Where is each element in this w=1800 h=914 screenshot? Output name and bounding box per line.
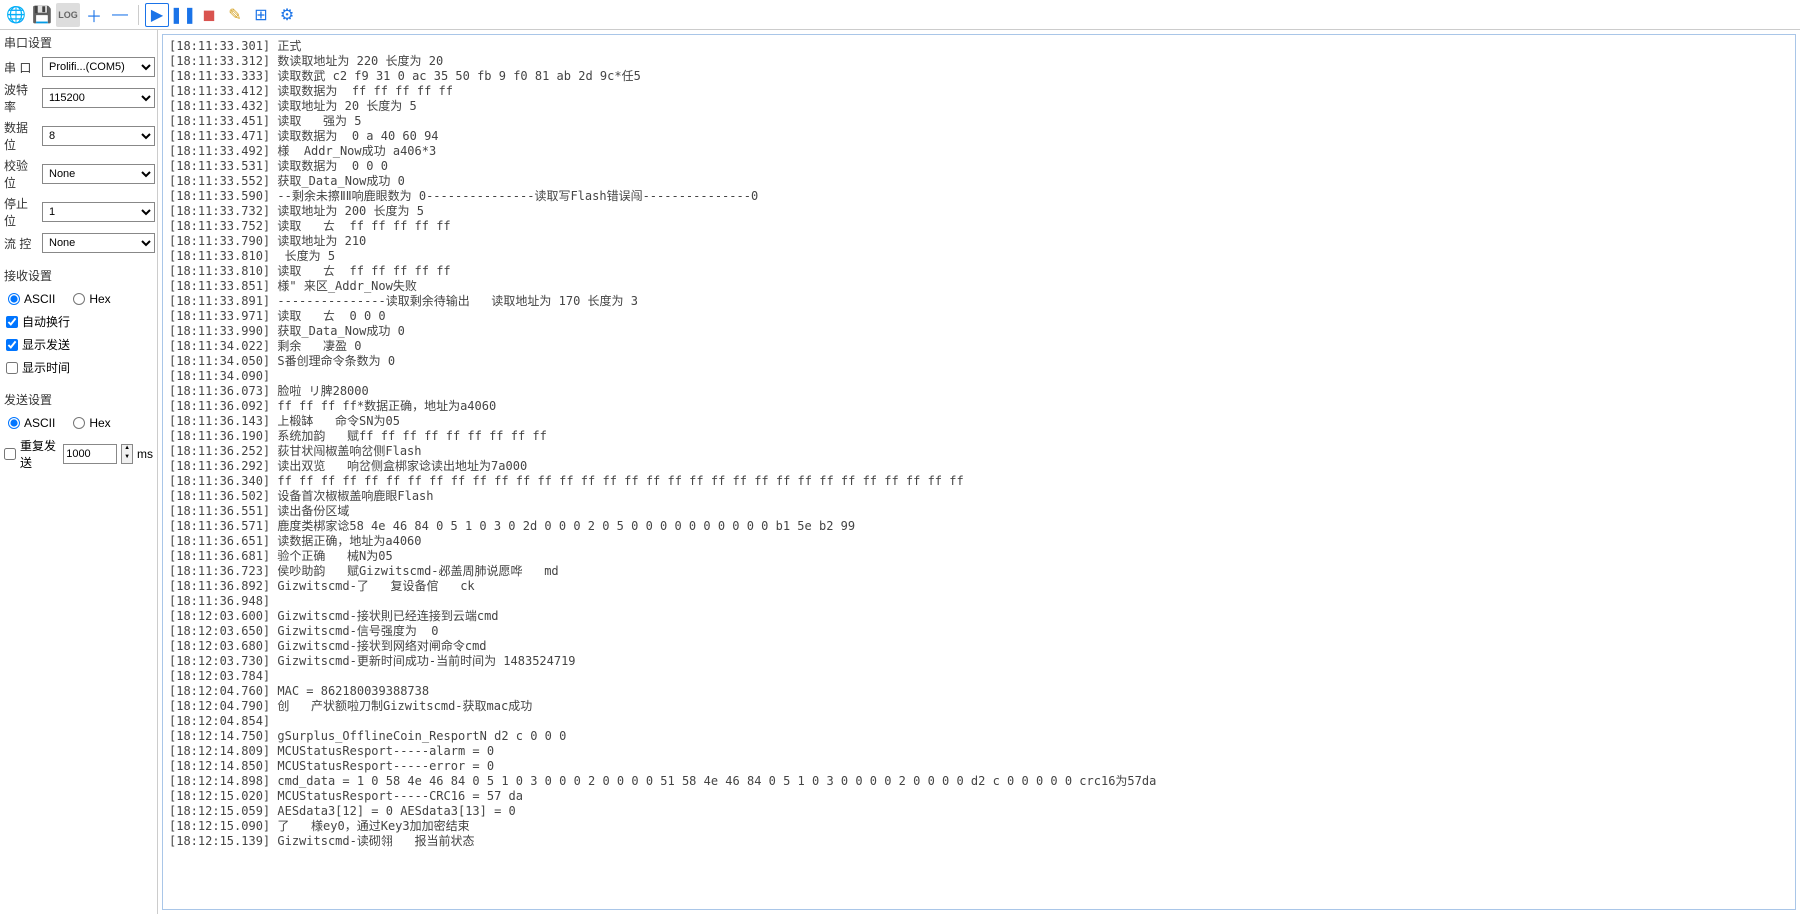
stopbits-select[interactable]: 1 xyxy=(42,202,155,222)
port-select[interactable]: Prolifi...(COM5) xyxy=(42,57,155,77)
parity-select[interactable]: None xyxy=(42,164,155,184)
repeat-send-checkbox[interactable] xyxy=(4,448,16,460)
log-icon[interactable]: LOG xyxy=(56,3,80,27)
repeat-spinner[interactable]: ▲ ▼ xyxy=(121,444,133,464)
repeat-unit-label: ms xyxy=(137,447,153,461)
parity-row: 校验位 None xyxy=(0,155,157,193)
port-label: 串 口 xyxy=(2,59,38,76)
repeat-interval-input[interactable] xyxy=(63,444,117,464)
spinner-up-icon[interactable]: ▲ xyxy=(122,445,132,454)
parity-label: 校验位 xyxy=(2,157,38,191)
sidebar: 串口设置 串 口 Prolifi...(COM5) 波特率 115200 数据位… xyxy=(0,30,158,914)
show-time-checkbox[interactable] xyxy=(6,362,18,374)
wand-icon[interactable]: ✎ xyxy=(223,3,247,27)
auto-wrap-checkbox[interactable] xyxy=(6,316,18,328)
toolbar-separator xyxy=(138,5,139,25)
show-time-row[interactable]: 显示时间 xyxy=(0,356,157,379)
databits-select[interactable]: 8 xyxy=(42,126,155,146)
save-icon[interactable]: 💾 xyxy=(30,3,54,27)
send-hex-label: Hex xyxy=(89,416,110,430)
baud-row: 波特率 115200 xyxy=(0,79,157,117)
stopbits-label: 停止位 xyxy=(2,195,38,229)
recv-hex-radio[interactable]: Hex xyxy=(73,292,110,306)
send-ascii-radio[interactable]: ASCII xyxy=(8,416,55,430)
databits-label: 数据位 xyxy=(2,119,38,153)
flow-select[interactable]: None xyxy=(42,233,155,253)
recv-ascii-label: ASCII xyxy=(24,292,55,306)
send-hex-radio[interactable]: Hex xyxy=(73,416,110,430)
flow-label: 流 控 xyxy=(2,235,38,252)
spinner-down-icon[interactable]: ▼ xyxy=(122,454,132,463)
send-header: 发送设置 xyxy=(0,387,157,412)
globe-icon[interactable]: 🌐 xyxy=(4,3,28,27)
minus-icon[interactable]: — xyxy=(108,3,132,27)
stop-icon[interactable]: ◼ xyxy=(197,3,221,27)
play-icon[interactable]: ▶ xyxy=(145,3,169,27)
main-area: 串口设置 串 口 Prolifi...(COM5) 波特率 115200 数据位… xyxy=(0,30,1800,914)
databits-row: 数据位 8 xyxy=(0,117,157,155)
auto-wrap-label: 自动换行 xyxy=(22,313,70,330)
log-output[interactable]: [18:11:33.301] 正式 [18:11:33.312] 数读取地址为 … xyxy=(162,34,1796,910)
show-send-label: 显示发送 xyxy=(22,336,70,353)
recv-format-row: ASCII Hex xyxy=(0,288,157,310)
auto-wrap-row[interactable]: 自动换行 xyxy=(0,310,157,333)
plus-icon[interactable]: ＋ xyxy=(82,3,106,27)
repeat-send-label: 重复发送 xyxy=(20,437,59,471)
gear-icon[interactable]: ⚙ xyxy=(275,3,299,27)
port-row: 串 口 Prolifi...(COM5) xyxy=(0,55,157,79)
baud-label: 波特率 xyxy=(2,81,38,115)
stopbits-row: 停止位 1 xyxy=(0,193,157,231)
baud-select[interactable]: 115200 xyxy=(42,88,155,108)
recv-header: 接收设置 xyxy=(0,263,157,288)
port-settings-header: 串口设置 xyxy=(0,30,157,55)
add-panel-icon[interactable]: ⊞ xyxy=(249,3,273,27)
pause-icon[interactable]: ❚❚ xyxy=(171,3,195,27)
show-send-row[interactable]: 显示发送 xyxy=(0,333,157,356)
flow-row: 流 控 None xyxy=(0,231,157,255)
recv-hex-label: Hex xyxy=(89,292,110,306)
toolbar: 🌐💾LOG＋— ▶❚❚◼✎⊞⚙ xyxy=(0,0,1800,30)
recv-ascii-radio[interactable]: ASCII xyxy=(8,292,55,306)
repeat-send-row: 重复发送 ▲ ▼ ms xyxy=(0,434,157,474)
send-ascii-label: ASCII xyxy=(24,416,55,430)
show-send-checkbox[interactable] xyxy=(6,339,18,351)
send-format-row: ASCII Hex xyxy=(0,412,157,434)
show-time-label: 显示时间 xyxy=(22,359,70,376)
